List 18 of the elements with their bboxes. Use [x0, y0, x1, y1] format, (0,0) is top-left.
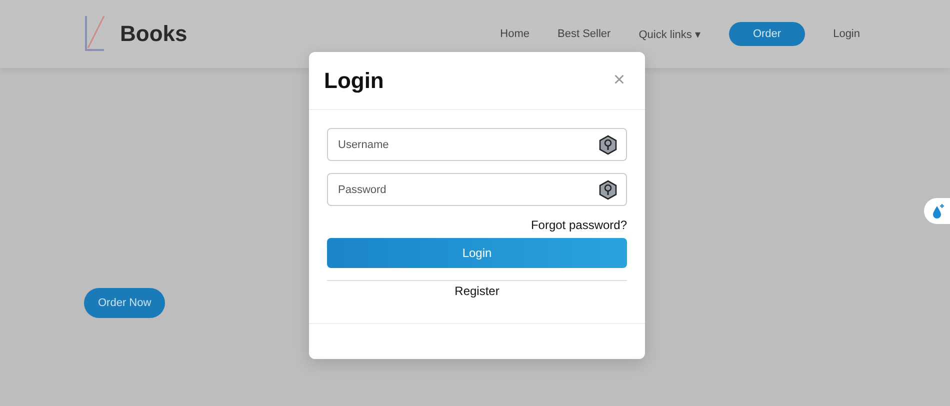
- key-icon: [599, 180, 617, 200]
- nav-link[interactable]: Login: [833, 28, 860, 40]
- logo-icon: [84, 14, 106, 54]
- side-tab[interactable]: [924, 198, 950, 224]
- input-field[interactable]: Password: [327, 173, 627, 206]
- order-button[interactable]: Order: [728, 22, 806, 46]
- register-link[interactable]: Register: [454, 284, 500, 298]
- nav-link[interactable]: Best Seller: [558, 28, 611, 40]
- close-button[interactable]: ×: [609, 69, 629, 92]
- forgot-password-link[interactable]: Forgot password?: [530, 218, 627, 232]
- key-icon: [599, 135, 617, 155]
- nav-link[interactable]: Home: [500, 28, 530, 40]
- input-field[interactable]: Username: [327, 128, 627, 161]
- nav-link[interactable]: Quick links ▾: [638, 28, 701, 40]
- login-button[interactable]: Login: [327, 238, 627, 268]
- dialog-title: Login: [324, 68, 384, 94]
- order-now-button[interactable]: Order Now: [84, 288, 166, 318]
- brand-name: Books: [120, 21, 188, 47]
